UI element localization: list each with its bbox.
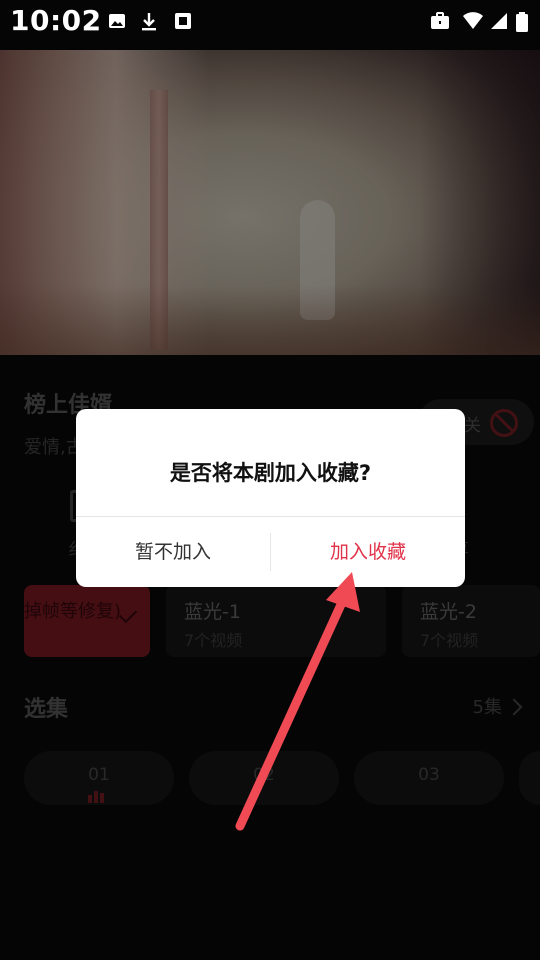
status-bar: 10:02 bbox=[0, 0, 540, 50]
app-root: 10:02 榜上佳婿 爱情,古 关 掉帧等修复) 蓝光-1 7个视频 蓝光-2 … bbox=[0, 0, 540, 960]
wifi-icon bbox=[463, 12, 483, 29]
dialog-message: 是否将本剧加入收藏? bbox=[169, 461, 372, 485]
download-icon bbox=[142, 13, 156, 31]
battery-icon bbox=[516, 12, 528, 32]
decline-favorite-button[interactable]: 暂不加入 bbox=[76, 517, 270, 587]
image-notification-icon bbox=[109, 14, 125, 28]
work-profile-icon bbox=[431, 12, 449, 29]
app-notification-icon bbox=[175, 13, 191, 29]
add-favorite-button[interactable]: 加入收藏 bbox=[271, 517, 465, 587]
favorite-dialog: 是否将本剧加入收藏? 暂不加入 加入收藏 bbox=[76, 409, 465, 587]
signal-icon bbox=[491, 13, 507, 29]
status-time: 10:02 bbox=[10, 4, 102, 37]
